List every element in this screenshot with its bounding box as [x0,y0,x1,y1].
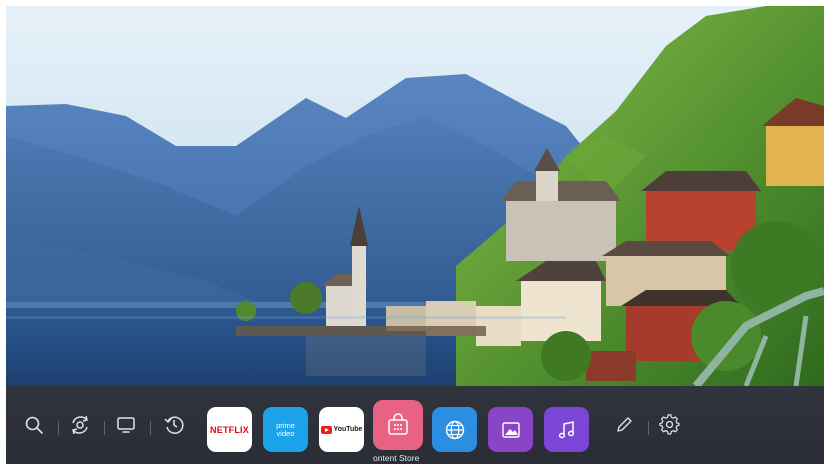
app-tile-netflix[interactable]: NETFLIX [207,407,252,452]
camera-rotate-icon [72,415,88,435]
tv-input-icon [117,417,135,433]
app-tile-prime-video[interactable]: prime video [263,407,308,452]
tv-screen: NETFLIX prime video YouTube ontent Store [6,6,824,464]
history-icon [164,416,184,434]
separator [104,421,105,435]
youtube-wordmark: YouTube [333,426,363,433]
separator [150,421,151,435]
gear-icon [659,414,680,435]
youtube-play-icon [320,425,332,434]
globe-icon [445,420,464,439]
prime-video-logo-line2: video [276,428,295,438]
youtube-logo: YouTube [320,425,363,434]
separator [648,421,649,435]
edit-button[interactable] [606,407,642,443]
search-button[interactable] [16,407,52,443]
separator [58,421,59,435]
music-note-icon [558,420,574,438]
app-tile-content-store[interactable] [373,400,423,450]
image-icon [501,421,520,438]
launcher-bar: NETFLIX prime video YouTube ontent Store [6,386,824,464]
home-wallpaper [6,6,824,386]
search-icon [25,416,43,434]
netflix-logo: NETFLIX [210,424,249,435]
camera-button[interactable] [62,407,98,443]
edit-icon [617,417,632,432]
recent-button[interactable] [156,407,192,443]
settings-button[interactable] [652,407,688,443]
shopping-bag-icon [388,413,408,435]
app-tile-youtube[interactable]: YouTube [319,407,364,452]
app-tile-music[interactable] [544,407,589,452]
focused-app-label: ontent Store [373,453,420,463]
app-tile-gallery[interactable] [488,407,533,452]
input-source-button[interactable] [108,407,144,443]
app-tile-web-browser[interactable] [432,407,477,452]
